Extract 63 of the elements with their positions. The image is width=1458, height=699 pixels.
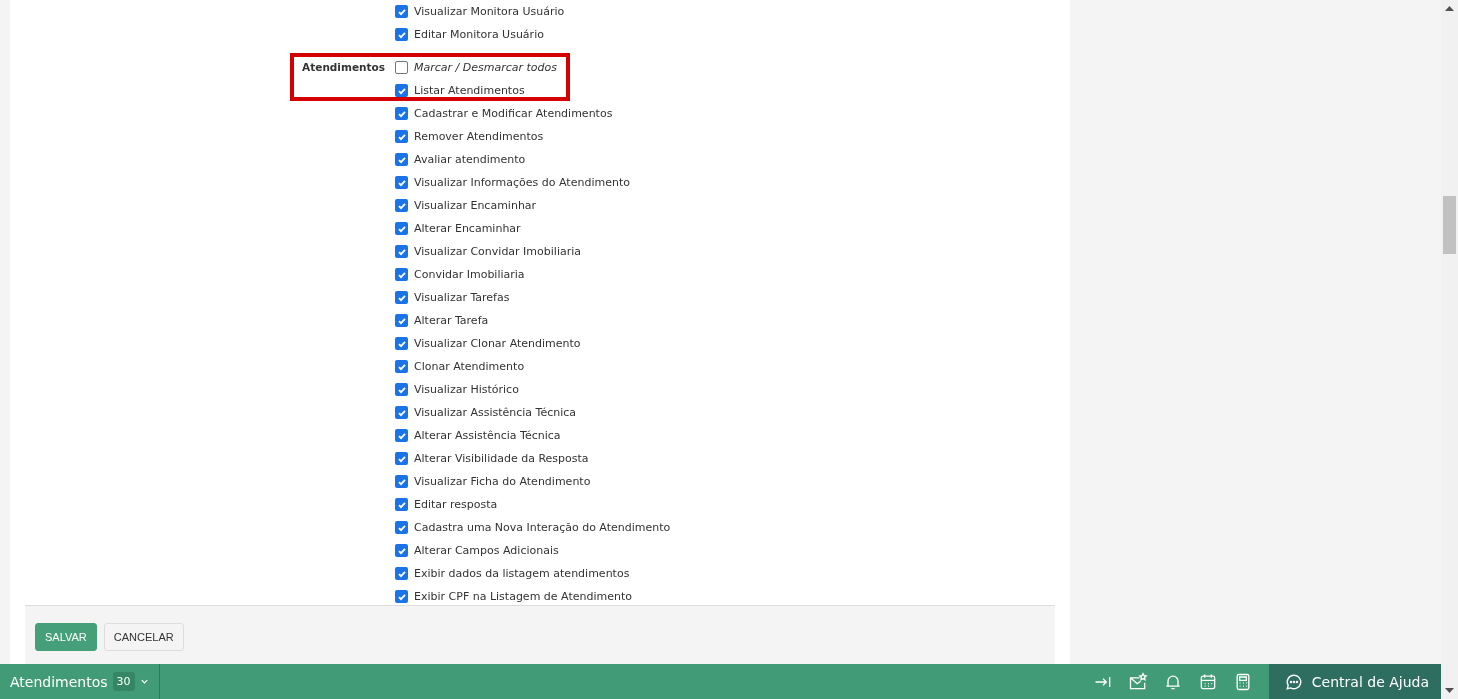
permission-label: Remover Atendimentos bbox=[414, 130, 544, 143]
count-badge: 30 bbox=[112, 672, 135, 691]
permission-label: Exibir CPF na Listagem de Atendimento bbox=[414, 590, 633, 603]
permission-label: Alterar Encaminhar bbox=[414, 222, 521, 235]
checkbox[interactable] bbox=[395, 61, 408, 74]
checkbox[interactable] bbox=[395, 107, 408, 120]
save-button[interactable]: SALVAR bbox=[35, 623, 97, 651]
checkbox[interactable] bbox=[395, 176, 408, 189]
permission-label: Editar resposta bbox=[414, 498, 498, 511]
checkbox[interactable] bbox=[395, 498, 408, 511]
checkbox[interactable] bbox=[395, 452, 408, 465]
permission-label: Visualizar Monitora Usuário bbox=[414, 5, 565, 18]
checkbox[interactable] bbox=[395, 130, 408, 143]
module-selector[interactable]: Atendimentos 30 bbox=[0, 664, 160, 699]
checkbox[interactable] bbox=[395, 5, 408, 18]
permission-label: Convidar Imobiliaria bbox=[414, 268, 525, 281]
checkbox[interactable] bbox=[395, 28, 408, 41]
checkbox[interactable] bbox=[395, 153, 408, 166]
cancel-button[interactable]: CANCELAR bbox=[103, 623, 184, 651]
permission-label: Avaliar atendimento bbox=[414, 153, 526, 166]
checkbox[interactable] bbox=[395, 521, 408, 534]
checkbox[interactable] bbox=[395, 268, 408, 281]
chat-icon bbox=[1284, 672, 1303, 691]
permission-label: Listar Atendimentos bbox=[414, 84, 525, 97]
chevron-icon bbox=[139, 677, 149, 686]
checkbox[interactable] bbox=[395, 360, 408, 373]
group-label: Atendimentos bbox=[301, 60, 386, 75]
checkbox[interactable] bbox=[395, 567, 408, 580]
help-center-button[interactable]: Central de Ajuda bbox=[1268, 664, 1441, 699]
permission-label: Visualizar Clonar Atendimento bbox=[414, 337, 581, 350]
permission-label: Visualizar Encaminhar bbox=[414, 199, 537, 212]
checkbox[interactable] bbox=[395, 291, 408, 304]
checkbox[interactable] bbox=[395, 590, 408, 603]
checkbox[interactable] bbox=[395, 406, 408, 419]
checkbox[interactable] bbox=[395, 429, 408, 442]
checkbox[interactable] bbox=[395, 314, 408, 327]
permission-label: Visualizar Convidar Imobiliaria bbox=[414, 245, 582, 258]
permission-label: Cadastra uma Nova Interação do Atendimento bbox=[414, 521, 671, 534]
permission-label: Alterar Assistência Técnica bbox=[414, 429, 561, 442]
permission-label: Clonar Atendimento bbox=[414, 360, 525, 373]
permission-label: Exibir dados da listagem atendimentos bbox=[414, 567, 630, 580]
permission-label: Alterar Visibilidade da Resposta bbox=[414, 452, 589, 465]
scroll-down-icon bbox=[1445, 688, 1454, 693]
permission-label: Visualizar Informações do Atendimento bbox=[414, 176, 630, 189]
checkbox[interactable] bbox=[395, 475, 408, 488]
permission-label: Editar Monitora Usuário bbox=[414, 28, 544, 41]
checkbox[interactable] bbox=[395, 544, 408, 557]
checkbox[interactable] bbox=[395, 383, 408, 396]
checkbox[interactable] bbox=[395, 199, 408, 212]
checkbox[interactable] bbox=[395, 222, 408, 235]
scroll-thumb[interactable] bbox=[1443, 196, 1456, 254]
permission-label: Cadastrar e Modificar Atendimentos bbox=[414, 107, 613, 120]
checkbox[interactable] bbox=[395, 245, 408, 258]
permission-label: Alterar Tarefa bbox=[414, 314, 489, 327]
permission-label: Visualizar Ficha do Atendimento bbox=[414, 475, 591, 488]
permission-label: Marcar / Desmarcar todos bbox=[414, 61, 557, 74]
checkbox[interactable] bbox=[395, 337, 408, 350]
scroll-up-icon bbox=[1445, 6, 1454, 11]
checkbox[interactable] bbox=[395, 84, 408, 97]
permission-label: Visualizar Tarefas bbox=[414, 291, 510, 304]
permission-label: Visualizar Histórico bbox=[414, 383, 519, 396]
permission-label: Alterar Campos Adicionais bbox=[414, 544, 559, 557]
permission-label: Visualizar Assistência Técnica bbox=[414, 406, 577, 419]
